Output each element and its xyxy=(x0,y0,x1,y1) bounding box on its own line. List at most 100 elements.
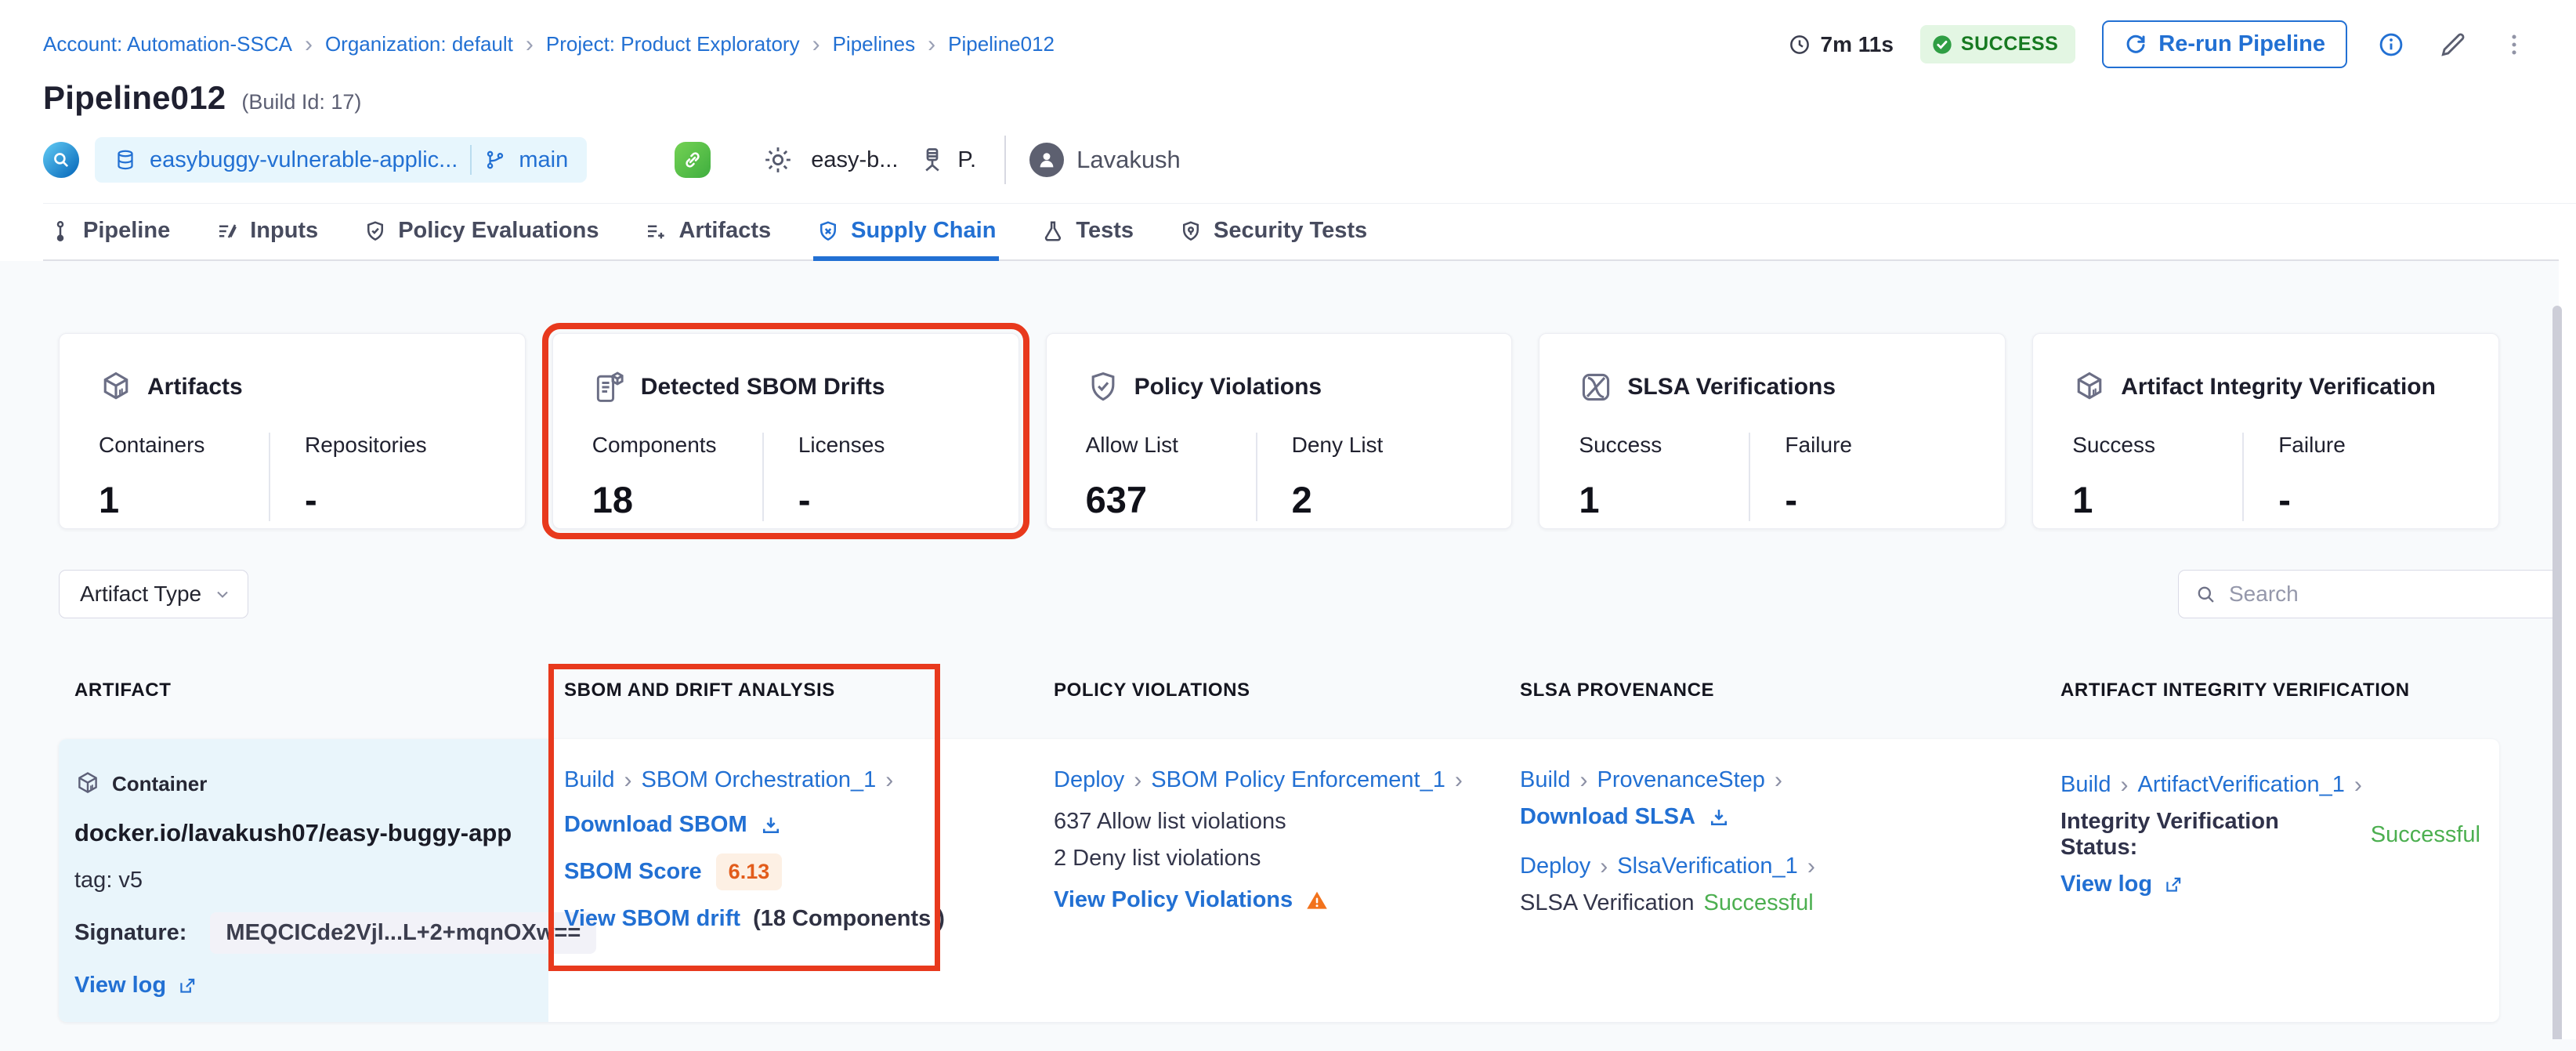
download-icon xyxy=(760,814,782,836)
artifact-integrity-cell: Build › ArtifactVerification_1 › Integri… xyxy=(2045,739,2499,1022)
slsa-verification-breadcrumb: Deploy › SlsaVerification_1 › xyxy=(1520,853,2026,879)
chevron-right-icon: › xyxy=(624,769,632,792)
repo-name-link[interactable]: easybuggy-vulnerable-applic... xyxy=(150,147,458,173)
stage-link[interactable]: Build xyxy=(2060,772,2111,798)
inputs-icon xyxy=(215,219,239,243)
tab-tests[interactable]: Tests xyxy=(1038,204,1137,261)
user-avatar xyxy=(1029,143,1064,177)
tab-artifacts[interactable]: Artifacts xyxy=(641,204,774,261)
tab-pipeline[interactable]: Pipeline xyxy=(45,204,173,261)
info-icon[interactable] xyxy=(2374,27,2408,62)
rerun-label: Re-run Pipeline xyxy=(2158,31,2325,57)
tab-supply-chain[interactable]: Supply Chain xyxy=(813,204,999,261)
slsa-status-value: Successful xyxy=(1703,890,1813,916)
artifacts-icon xyxy=(644,219,668,243)
chevron-right-icon: › xyxy=(2121,774,2129,797)
download-icon xyxy=(1708,806,1730,828)
step-link[interactable]: SBOM Orchestration_1 xyxy=(642,767,877,793)
view-log-link[interactable]: View log xyxy=(2060,872,2152,897)
chevron-right-icon: › xyxy=(1134,769,1141,792)
metric-label: Failure xyxy=(2278,433,2346,458)
repository-icon xyxy=(114,148,137,172)
chevron-right-icon: › xyxy=(812,33,820,56)
metric-value: - xyxy=(798,478,885,521)
edit-pencil-icon[interactable] xyxy=(2435,27,2471,63)
download-slsa-link[interactable]: Download SLSA xyxy=(1520,804,1695,830)
integrity-status-label: Integrity Verification Status: xyxy=(2060,809,2361,861)
user-name: Lavakush xyxy=(1076,146,1181,174)
git-branch-icon xyxy=(484,149,506,171)
supply-chain-shield-icon xyxy=(816,219,840,243)
breadcrumb-pipelines[interactable]: Pipelines xyxy=(833,32,916,56)
step-link[interactable]: ArtifactVerification_1 xyxy=(2138,772,2345,798)
view-log-link[interactable]: View log xyxy=(74,973,166,998)
flask-icon xyxy=(1041,219,1065,243)
deny-list-violations: 2 Deny list violations xyxy=(1054,846,1485,872)
sbom-score-badge: 6.13 xyxy=(716,853,783,890)
chevron-down-icon xyxy=(213,585,232,603)
artifact-type-select[interactable]: Artifact Type xyxy=(59,570,248,618)
chevron-right-icon: › xyxy=(305,33,313,56)
breadcrumb-pipeline012[interactable]: Pipeline012 xyxy=(948,32,1055,56)
pipeline-duration: 7m 11s xyxy=(1788,32,1894,57)
kebab-menu-icon[interactable] xyxy=(2498,27,2531,63)
pipeline-icon xyxy=(49,219,72,243)
card-policy-violations: Policy Violations Allow List 637 Deny Li… xyxy=(1046,333,1513,529)
search-input[interactable] xyxy=(2229,582,2542,607)
chevron-right-icon: › xyxy=(885,769,893,792)
table-row: Container docker.io/lavakush07/easy-bugg… xyxy=(59,739,2499,1022)
download-sbom-link[interactable]: Download SBOM xyxy=(564,812,747,838)
search-icon xyxy=(2194,583,2216,605)
rerun-pipeline-button[interactable]: Re-run Pipeline xyxy=(2102,20,2347,68)
breadcrumb-account[interactable]: Account: Automation-SSCA xyxy=(43,32,292,56)
view-policy-violations-link[interactable]: View Policy Violations xyxy=(1054,887,1293,913)
stage-link[interactable]: Deploy xyxy=(1520,853,1590,879)
metric-value: - xyxy=(305,478,427,521)
branch-link[interactable]: main xyxy=(519,147,568,173)
table-header: ARTIFACT SBOM AND DRIFT ANALYSIS POLICY … xyxy=(59,664,2499,739)
step-link[interactable]: SBOM Policy Enforcement_1 xyxy=(1151,767,1445,793)
stage-link[interactable]: Build xyxy=(564,767,615,793)
metric-label: Repositories xyxy=(305,433,427,458)
tab-bar: Pipeline Inputs Policy Evaluations Artif… xyxy=(43,203,2576,261)
divider xyxy=(1004,136,1006,184)
column-header-policy: POLICY VIOLATIONS xyxy=(1038,680,1504,739)
metric-label: Success xyxy=(2072,433,2242,458)
slsa-provenance-breadcrumb: Build › ProvenanceStep › xyxy=(1520,767,2026,793)
metric-value: 18 xyxy=(592,478,762,521)
step-link[interactable]: ProvenanceStep xyxy=(1597,767,1765,793)
tab-policy-evaluations[interactable]: Policy Evaluations xyxy=(360,204,602,261)
metric-value: - xyxy=(1785,478,1852,521)
stage-link[interactable]: Deploy xyxy=(1054,767,1124,793)
shield-check-icon xyxy=(364,219,387,243)
sbom-drift-icon xyxy=(592,370,627,404)
trigger-initial: P. xyxy=(957,147,976,173)
step-link[interactable]: SlsaVerification_1 xyxy=(1617,853,1798,879)
external-link-icon xyxy=(2163,875,2183,895)
column-header-sbom: SBOM AND DRIFT ANALYSIS xyxy=(548,680,1038,739)
stage-link[interactable]: Build xyxy=(1520,767,1571,793)
shield-check-icon xyxy=(1086,370,1120,404)
tab-security-tests[interactable]: Security Tests xyxy=(1176,204,1370,261)
clock-icon xyxy=(1788,33,1811,56)
artifact-cell: Container docker.io/lavakush07/easy-bugg… xyxy=(59,739,548,1022)
card-artifact-integrity-verification: Artifact Integrity Verification Success … xyxy=(2032,333,2499,529)
view-sbom-drift-link[interactable]: View SBOM drift xyxy=(564,906,740,932)
breadcrumb-organization[interactable]: Organization: default xyxy=(325,32,513,56)
slsa-provenance-cell: Build › ProvenanceStep › Download SLSA D… xyxy=(1504,739,2045,1022)
artifact-image-name: docker.io/lavakush07/easy-buggy-app xyxy=(74,819,530,847)
tab-inputs[interactable]: Inputs xyxy=(212,204,321,261)
chevron-right-icon: › xyxy=(1580,769,1588,792)
slsa-status-label: SLSA Verification xyxy=(1520,890,1694,916)
artifact-tag: tag: v5 xyxy=(74,868,530,893)
metric-label: Components xyxy=(592,433,762,458)
vertical-scrollbar[interactable] xyxy=(2552,306,2562,1039)
breadcrumb-project[interactable]: Project: Product Exploratory xyxy=(546,32,800,56)
sbom-score-link[interactable]: SBOM Score xyxy=(564,859,702,885)
breadcrumb: Account: Automation-SSCA › Organization:… xyxy=(43,32,1055,56)
search-box xyxy=(2178,570,2559,618)
sbom-step-breadcrumb: Build › SBOM Orchestration_1 › xyxy=(564,767,1019,793)
webhook-trigger-icon xyxy=(675,142,711,178)
slsa-icon xyxy=(1579,370,1613,404)
divider xyxy=(470,145,472,175)
